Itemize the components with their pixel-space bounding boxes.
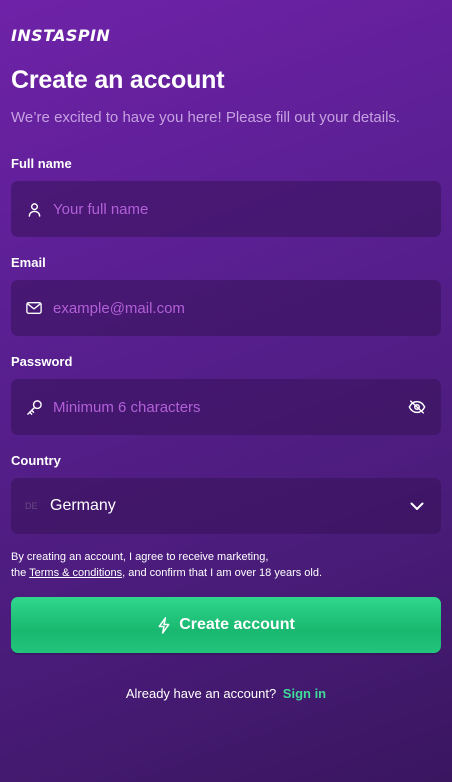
- full-name-label: Full name: [11, 156, 72, 171]
- terms-link[interactable]: Terms & conditions: [29, 567, 122, 579]
- mail-icon: [25, 299, 43, 317]
- signin-prompt: Already have an account? Sign in: [0, 686, 452, 701]
- create-account-label: Create account: [179, 616, 295, 633]
- brand-logo: INSTASPIN: [11, 26, 110, 45]
- consent-line-1: By creating an account, I agree to recei…: [11, 551, 269, 563]
- consent-text: By creating an account, I agree to recei…: [11, 549, 441, 581]
- page-title: Create an account: [11, 66, 225, 94]
- country-selected-value: Germany: [50, 497, 116, 514]
- consent-pre-link: the: [11, 567, 30, 579]
- key-icon: [25, 398, 43, 416]
- country-select[interactable]: DE Germany: [11, 478, 441, 534]
- page-subtitle: We’re excited to have you here! Please f…: [11, 109, 401, 126]
- chevron-down-icon[interactable]: [407, 496, 427, 516]
- password-label: Password: [11, 354, 73, 369]
- lightning-icon: [157, 616, 171, 634]
- country-flag-icon: DE: [25, 501, 38, 511]
- signin-prompt-text: Already have an account?: [125, 686, 277, 701]
- email-label: Email: [11, 255, 46, 270]
- email-field[interactable]: [11, 280, 441, 336]
- logo-text: INSTASPIN: [11, 26, 111, 45]
- password-input[interactable]: [53, 398, 399, 416]
- sign-in-link[interactable]: Sign in: [283, 686, 326, 701]
- consent-post-link: , and confirm that I am over 18 years ol…: [122, 567, 323, 579]
- full-name-input[interactable]: [53, 200, 427, 218]
- password-field[interactable]: [11, 379, 441, 435]
- create-account-button[interactable]: Create account: [11, 597, 441, 653]
- full-name-field[interactable]: [11, 181, 441, 237]
- signup-screen: INSTASPIN Create an account We’re excite…: [0, 0, 452, 782]
- email-input[interactable]: [53, 299, 427, 317]
- country-label: Country: [11, 453, 61, 468]
- eye-off-icon[interactable]: [407, 397, 427, 417]
- user-icon: [25, 200, 43, 218]
